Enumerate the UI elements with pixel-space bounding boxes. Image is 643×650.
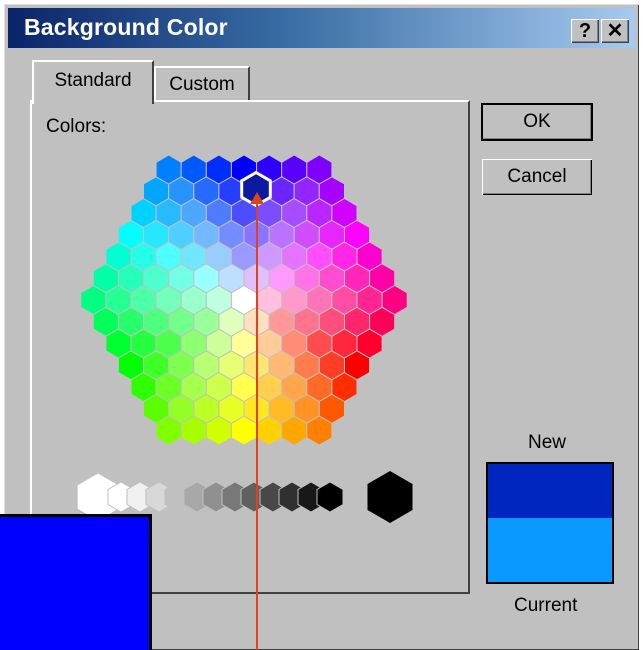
close-button[interactable]: ✕ — [601, 19, 629, 43]
current-label: Current — [514, 595, 578, 616]
new-color-swatch — [488, 464, 612, 518]
current-color-swatch — [488, 518, 612, 582]
ok-button[interactable]: OK — [481, 103, 593, 141]
gray-cell[interactable] — [316, 481, 344, 513]
new-label: New — [528, 432, 567, 453]
help-button[interactable]: ? — [571, 19, 599, 43]
color-preview — [486, 462, 614, 584]
overlay-blue-square — [0, 514, 152, 650]
black-cell[interactable] — [367, 471, 413, 523]
cancel-button[interactable]: Cancel — [482, 159, 592, 195]
pointer-arrow-line — [256, 200, 258, 650]
tab-standard[interactable]: Standard — [32, 60, 154, 104]
pointer-arrowhead — [250, 192, 264, 204]
